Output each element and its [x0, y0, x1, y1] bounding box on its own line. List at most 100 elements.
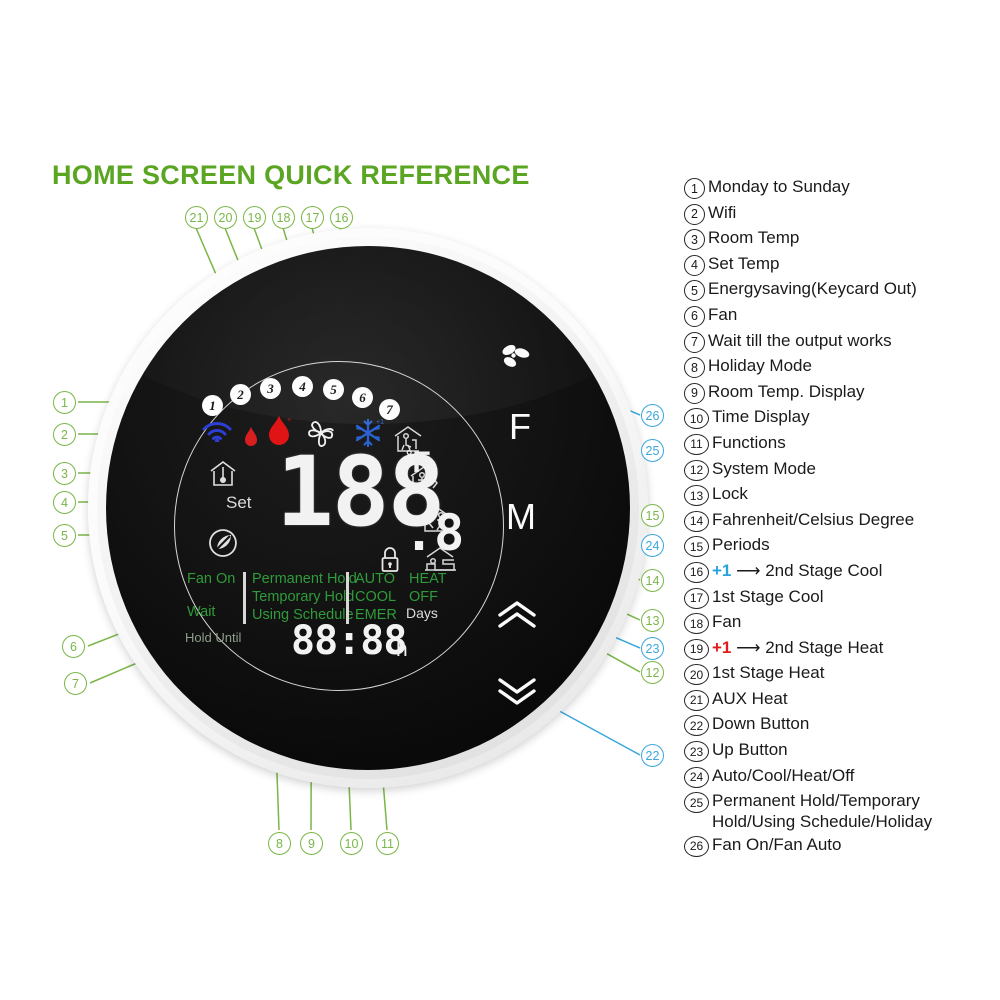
legend-item-14: 14 Fahrenheit/Celsius Degree — [684, 509, 984, 534]
device-face: 1 2 3 4 5 6 7 + +1 188 °F .8 Set Fan On … — [106, 246, 630, 770]
day-number-1: 1 — [202, 395, 223, 416]
legend-item-15: 15 Periods — [684, 534, 984, 559]
legend-label-3: Room Temp — [708, 228, 800, 248]
legend-label-17: 1st Stage Cool — [712, 586, 824, 606]
legend-item-19: 19 +1 ⟶ 2nd Stage Heat — [684, 637, 984, 662]
day-number-2: 2 — [230, 384, 251, 405]
callout-23: 23 — [641, 637, 664, 660]
legend-label-8: Holiday Mode — [708, 356, 812, 376]
legend-label-22: Down Button — [712, 714, 810, 734]
legend-number-17: 17 — [684, 587, 709, 609]
chevron-up-icon[interactable] — [494, 600, 540, 635]
legend-number-12: 12 — [684, 459, 709, 481]
legend-label-20: 1st Stage Heat — [712, 663, 825, 683]
callout-11: 11 — [376, 832, 399, 855]
legend-label-2: Wifi — [708, 202, 737, 222]
legend-label-12: System Mode — [712, 458, 816, 478]
legend-number-1: 1 — [684, 178, 705, 199]
callout-14: 14 — [641, 569, 664, 592]
legend-number-11: 11 — [684, 433, 709, 455]
status-fan-on: Fan On — [187, 571, 236, 587]
status-permanent-hold: Permanent Hold — [252, 571, 357, 587]
legend-item-6: 6 Fan — [684, 304, 984, 329]
flame-small-icon — [243, 424, 259, 455]
callout-7: 7 — [64, 672, 87, 695]
callout-16: 16 — [330, 206, 353, 229]
status-divider-2 — [346, 572, 349, 624]
legend-label-13: Lock — [712, 484, 748, 504]
legend-label-15: Periods — [712, 535, 770, 555]
callout-9: 9 — [300, 832, 323, 855]
legend-number-20: 20 — [684, 664, 709, 686]
callout-10: 10 — [340, 832, 363, 855]
day-number-5: 5 — [323, 379, 344, 400]
m-key[interactable]: M — [506, 496, 536, 538]
legend-label-21: AUX Heat — [712, 688, 788, 708]
legend-item-13: 13 Lock — [684, 483, 984, 508]
legend-label-19: +1 ⟶ 2nd Stage Heat — [712, 637, 884, 657]
legend-label-16: +1 ⟶ 2nd Stage Cool — [712, 560, 883, 580]
legend-number-10: 10 — [684, 408, 709, 430]
legend-item-5: 5 Energysaving(Keycard Out) — [684, 278, 984, 303]
legend-item-16: 16 +1 ⟶ 2nd Stage Cool — [684, 560, 984, 585]
unit-letter: F — [412, 446, 431, 479]
chevron-down-icon[interactable] — [494, 676, 540, 711]
legend-item-11: 11 Functions — [684, 432, 984, 457]
legend-list: 1 Monday to Sunday 2 Wifi 3 Room Temp 4 Set Tem… — [684, 176, 984, 859]
day-number-4: 4 — [292, 376, 313, 397]
legend-label-25-line2: Hold/Using Schedule/Holiday — [712, 811, 933, 831]
callout-2: 2 — [53, 423, 76, 446]
set-label: Set — [226, 493, 252, 512]
legend-item-25: 25 Permanent Hold/Temporary Hold/Using Sch… — [684, 790, 984, 832]
legend-label-26: Fan On/Fan Auto — [712, 834, 842, 854]
status-divider-1 — [243, 572, 246, 624]
callout-20: 20 — [214, 206, 237, 229]
legend-number-7: 7 — [684, 331, 705, 353]
callout-21: 21 — [185, 206, 208, 229]
wifi-icon — [201, 418, 233, 447]
callout-15: 15 — [641, 504, 664, 527]
legend-number-3: 3 — [684, 229, 705, 251]
legend-label-23: Up Button — [712, 740, 788, 760]
legend-number-22: 22 — [684, 715, 709, 737]
legend-number-26: 26 — [684, 835, 709, 857]
svg-text:+1: +1 — [376, 419, 384, 426]
legend-item-7: 7 Wait till the output works — [684, 330, 984, 355]
legend-item-12: 12 System Mode — [684, 458, 984, 483]
svg-text:+1: +1 — [287, 417, 292, 424]
legend-item-24: 24 Auto/Cool/Heat/Off — [684, 765, 984, 790]
callout-8: 8 — [268, 832, 291, 855]
legend-item-18: 18 Fan — [684, 611, 984, 636]
legend-label-5: Energysaving(Keycard Out) — [708, 279, 917, 299]
status-off: OFF — [409, 589, 438, 605]
legend-item-8: 8 Holiday Mode — [684, 355, 984, 380]
callout-12: 12 — [641, 661, 664, 684]
legend-number-16: 16 — [684, 561, 709, 583]
legend-prefix-19: +1 — [712, 637, 732, 657]
legend-number-8: 8 — [684, 357, 705, 379]
legend-label-18: Fan — [712, 612, 742, 632]
legend-number-14: 14 — [684, 510, 709, 532]
legend-number-18: 18 — [684, 613, 709, 635]
legend-label-24: Auto/Cool/Heat/Off — [712, 765, 855, 785]
legend-item-20: 20 1st Stage Heat — [684, 662, 984, 687]
energy-saving-icon — [208, 528, 238, 563]
thermostat-device: 1 2 3 4 5 6 7 + +1 188 °F .8 Set Fan On … — [88, 228, 648, 788]
f-key[interactable]: F — [509, 406, 531, 448]
legend-item-2: 2 Wifi — [684, 202, 984, 227]
legend-number-2: 2 — [684, 203, 705, 225]
legend-label-10: Time Display — [712, 407, 810, 427]
legend-number-19: 19 — [684, 638, 709, 660]
legend-number-25: 25 — [684, 792, 709, 814]
legend-item-26: 26 Fan On/Fan Auto — [684, 834, 984, 859]
callout-25: 25 — [641, 439, 664, 462]
legend-number-21: 21 — [684, 689, 709, 711]
legend-label-4: Set Temp — [708, 253, 780, 273]
legend-number-23: 23 — [684, 741, 709, 763]
status-heat: HEAT — [409, 571, 447, 587]
temp-unit: °F — [406, 446, 431, 480]
fan-propeller-icon[interactable] — [500, 342, 532, 377]
legend-label-6: Fan — [708, 304, 738, 324]
callout-22: 22 — [641, 744, 664, 767]
callout-3: 3 — [53, 462, 76, 485]
